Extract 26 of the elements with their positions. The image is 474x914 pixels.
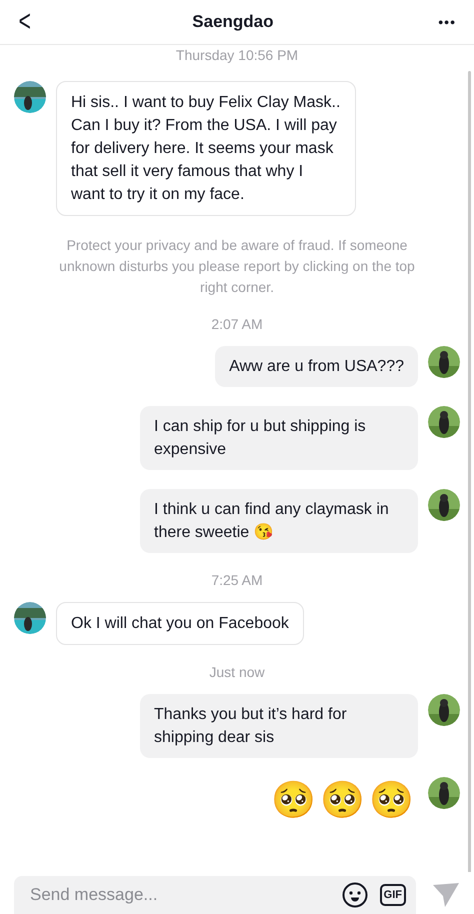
message-bubble: Ok I will chat you on Facebook xyxy=(56,602,304,645)
avatar[interactable] xyxy=(14,602,46,634)
privacy-notice: Protect your privacy and be aware of fraud. If someone unknown disturbs you please report by clicking on the top right corner. xyxy=(58,236,416,297)
message-bubble: Hi sis.. I want to buy Felix Clay Mask.. Can I buy it? From the USA. I will pay for delivery here. It seems your mask that sell it very famous that why I want to try it on my face. xyxy=(56,81,356,216)
back-button[interactable]: < xyxy=(18,5,31,39)
message-bubble: Thanks you but it’s hard for shipping dear sis xyxy=(140,694,418,758)
chat-title: Saengdao xyxy=(192,12,274,32)
timestamp: Thursday 10:56 PM xyxy=(176,47,298,63)
timestamp: 7:25 AM xyxy=(211,572,263,588)
avatar[interactable] xyxy=(428,406,460,438)
message-bubble: Aww are u from USA??? xyxy=(215,346,418,387)
timestamp: Just now xyxy=(209,664,265,680)
gif-button[interactable]: GIF xyxy=(380,884,406,906)
avatar[interactable] xyxy=(428,346,460,378)
scrollbar[interactable] xyxy=(468,71,471,872)
more-button[interactable]: ••• xyxy=(432,13,462,31)
timestamp: 2:07 AM xyxy=(211,316,263,332)
message-bubble: I can ship for u but shipping is expensive xyxy=(140,406,418,470)
avatar[interactable] xyxy=(428,777,460,809)
avatar[interactable] xyxy=(428,489,460,521)
emoji-icon[interactable] xyxy=(342,882,368,908)
emoji-message: 🥺🥺🥺 xyxy=(271,778,418,822)
message-bubble: I think u can find any claymask in there sweetie 😘 xyxy=(140,489,418,553)
message-field[interactable]: Send message... GIF xyxy=(14,876,416,914)
avatar[interactable] xyxy=(428,694,460,726)
avatar[interactable] xyxy=(14,81,46,113)
